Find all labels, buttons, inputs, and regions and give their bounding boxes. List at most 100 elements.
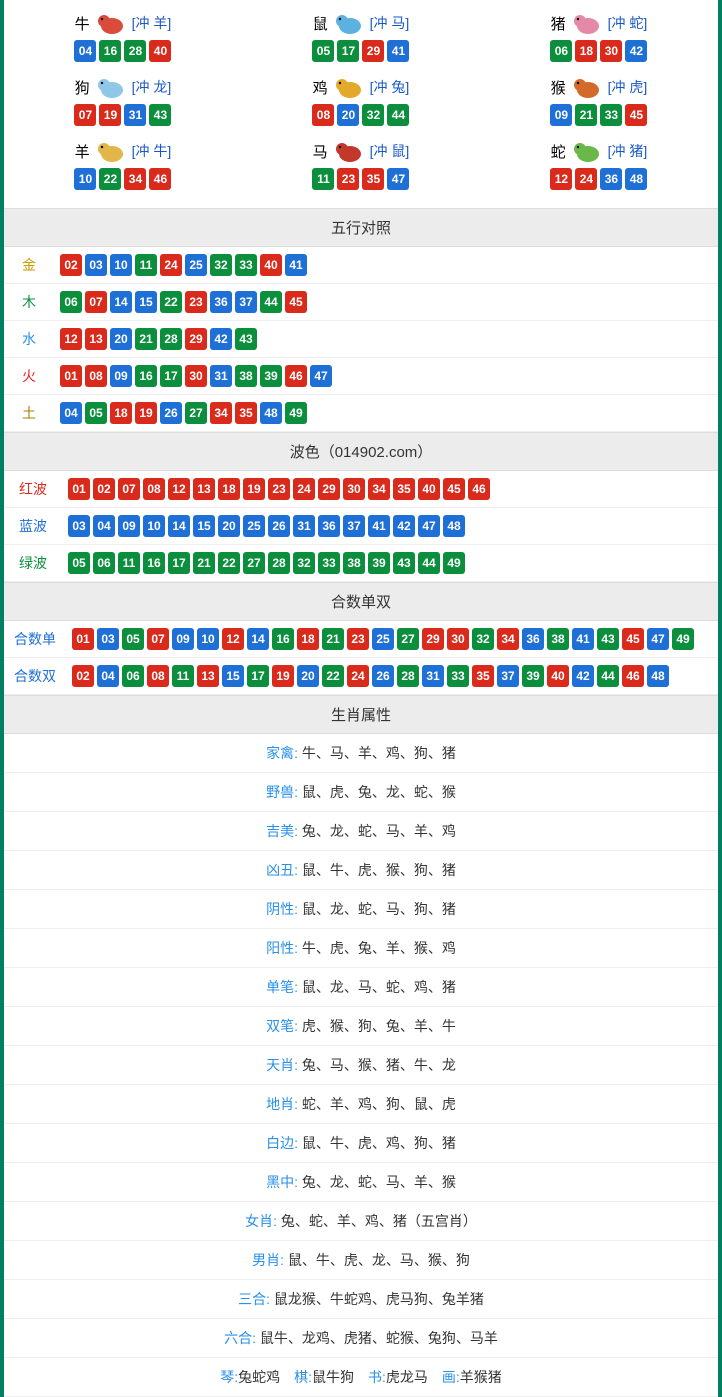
zodiac-cell: 猪[冲 蛇]06183042 <box>480 4 718 68</box>
number-ball: 17 <box>160 365 182 387</box>
number-ball: 43 <box>393 552 415 574</box>
attr-row: 女肖: 兔、蛇、羊、鸡、猪（五宫肖） <box>4 1202 718 1241</box>
zodiac-conflict: [冲 羊] <box>132 13 172 33</box>
wuxing-table: 金02031011242532334041木060714152223363744… <box>4 247 718 432</box>
number-ball: 11 <box>118 552 140 574</box>
attr-label: 女肖: <box>245 1213 281 1229</box>
number-ball: 05 <box>68 552 90 574</box>
number-ball: 28 <box>160 328 182 350</box>
number-ball: 36 <box>318 515 340 537</box>
attr-value: 虎、猴、狗、兔、羊、牛 <box>302 1018 456 1034</box>
number-ball: 24 <box>160 254 182 276</box>
zodiac-icon <box>570 74 604 100</box>
footer-label: 画: <box>442 1369 460 1385</box>
number-ball: 16 <box>99 40 121 62</box>
number-ball: 19 <box>135 402 157 424</box>
number-ball: 47 <box>647 628 669 650</box>
row-label: 蓝波 <box>4 508 62 545</box>
number-ball: 42 <box>625 40 647 62</box>
number-ball: 40 <box>547 665 569 687</box>
number-ball: 33 <box>235 254 257 276</box>
attr-row: 单笔: 鼠、龙、马、蛇、鸡、猪 <box>4 968 718 1007</box>
number-ball: 37 <box>235 291 257 313</box>
row-balls: 04051819262734354849 <box>60 402 712 424</box>
zodiac-cell: 猴[冲 虎]09213345 <box>480 68 718 132</box>
number-ball: 22 <box>322 665 344 687</box>
heshu-header: 合数单双 <box>4 582 718 621</box>
wuxing-header: 五行对照 <box>4 208 718 247</box>
number-ball: 08 <box>147 665 169 687</box>
zodiac-grid: 牛[冲 羊]04162840鼠[冲 马]05172941猪[冲 蛇]061830… <box>4 0 718 208</box>
zodiac-conflict: [冲 猪] <box>608 141 648 161</box>
number-ball: 09 <box>172 628 194 650</box>
number-ball: 45 <box>622 628 644 650</box>
number-ball: 14 <box>247 628 269 650</box>
number-ball: 29 <box>362 40 384 62</box>
row-balls: 05061116172122272832333839434449 <box>68 552 712 574</box>
zodiac-balls: 08203244 <box>312 104 409 126</box>
attr-label: 阳性: <box>266 940 302 956</box>
number-ball: 06 <box>122 665 144 687</box>
attr-value: 鼠、牛、虎、鸡、狗、猪 <box>302 1135 456 1151</box>
number-ball: 36 <box>522 628 544 650</box>
number-ball: 09 <box>550 104 572 126</box>
number-ball: 10 <box>110 254 132 276</box>
number-ball: 27 <box>185 402 207 424</box>
number-ball: 21 <box>575 104 597 126</box>
number-ball: 13 <box>197 665 219 687</box>
number-ball: 19 <box>99 104 121 126</box>
number-ball: 34 <box>497 628 519 650</box>
footer-value: 羊猴猪 <box>460 1369 502 1385</box>
attr-label: 男肖: <box>252 1252 288 1268</box>
attr-row: 地肖: 蛇、羊、鸡、狗、鼠、虎 <box>4 1085 718 1124</box>
attr-row: 男肖: 鼠、牛、虎、龙、马、猴、狗 <box>4 1241 718 1280</box>
number-ball: 19 <box>272 665 294 687</box>
table-row: 合数双0204060811131517192022242628313335373… <box>4 658 718 695</box>
number-ball: 03 <box>68 515 90 537</box>
zodiac-name: 羊 <box>75 141 90 162</box>
number-ball: 02 <box>60 254 82 276</box>
number-ball: 29 <box>318 478 340 500</box>
number-ball: 49 <box>672 628 694 650</box>
number-ball: 34 <box>124 168 146 190</box>
row-balls: 0204060811131517192022242628313335373940… <box>72 665 712 687</box>
bose-table: 红波0102070812131819232429303435404546蓝波03… <box>4 471 718 582</box>
row-balls: 02031011242532334041 <box>60 254 712 276</box>
number-ball: 47 <box>418 515 440 537</box>
number-ball: 45 <box>285 291 307 313</box>
zodiac-icon <box>94 74 128 100</box>
number-ball: 33 <box>447 665 469 687</box>
number-ball: 22 <box>160 291 182 313</box>
number-ball: 23 <box>185 291 207 313</box>
number-ball: 20 <box>337 104 359 126</box>
number-ball: 31 <box>422 665 444 687</box>
number-ball: 41 <box>285 254 307 276</box>
number-ball: 32 <box>293 552 315 574</box>
number-ball: 09 <box>110 365 132 387</box>
zodiac-name: 鼠 <box>313 13 328 34</box>
row-label: 金 <box>4 247 54 284</box>
number-ball: 29 <box>185 328 207 350</box>
number-ball: 06 <box>93 552 115 574</box>
number-ball: 10 <box>197 628 219 650</box>
attr-label: 双笔: <box>266 1018 302 1034</box>
number-ball: 44 <box>418 552 440 574</box>
number-ball: 23 <box>268 478 290 500</box>
number-ball: 45 <box>625 104 647 126</box>
number-ball: 17 <box>247 665 269 687</box>
number-ball: 22 <box>99 168 121 190</box>
attr-value: 鼠龙猴、牛蛇鸡、虎马狗、兔羊猪 <box>274 1291 484 1307</box>
zodiac-balls: 06183042 <box>550 40 647 62</box>
zodiac-icon <box>332 10 366 36</box>
number-ball: 08 <box>312 104 334 126</box>
number-ball: 34 <box>210 402 232 424</box>
number-ball: 25 <box>372 628 394 650</box>
number-ball: 09 <box>118 515 140 537</box>
attr-row: 三合: 鼠龙猴、牛蛇鸡、虎马狗、兔羊猪 <box>4 1280 718 1319</box>
attr-value: 鼠、牛、虎、猴、狗、猪 <box>302 862 456 878</box>
zodiac-conflict: [冲 鼠] <box>370 141 410 161</box>
zodiac-name: 牛 <box>75 13 90 34</box>
number-ball: 42 <box>210 328 232 350</box>
footer-label: 书: <box>368 1369 386 1385</box>
number-ball: 20 <box>218 515 240 537</box>
